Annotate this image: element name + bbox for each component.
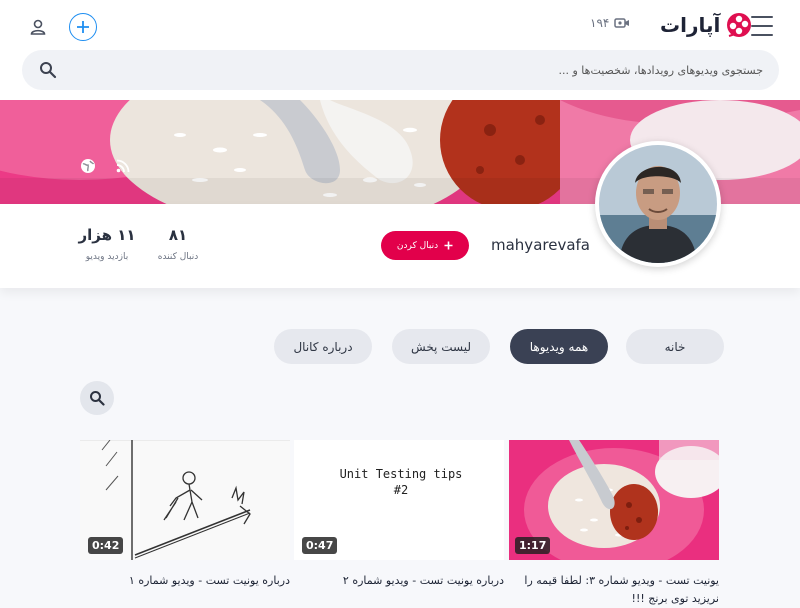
channel-search-button[interactable] bbox=[80, 381, 114, 415]
logo-text: آپارات bbox=[660, 13, 721, 37]
rss-icon[interactable] bbox=[114, 157, 132, 175]
upload-plus-button[interactable] bbox=[69, 13, 97, 41]
followers-stat: ۸۱ دنبال کننده bbox=[154, 226, 202, 262]
plus-icon bbox=[444, 241, 453, 250]
tab-home[interactable]: خانه bbox=[626, 329, 724, 364]
views-label: بازدید ویدیو bbox=[85, 252, 129, 262]
search-icon bbox=[90, 391, 105, 406]
channel-username[interactable]: mahyarevafa bbox=[491, 236, 590, 254]
follow-label: دنبال کردن bbox=[396, 240, 439, 251]
aparat-logo-icon bbox=[727, 13, 752, 37]
follow-button[interactable]: دنبال کردن bbox=[381, 231, 469, 260]
tab-playlists[interactable]: لیست پخش bbox=[392, 329, 490, 364]
search-bar bbox=[22, 50, 779, 90]
thumbnail-text: Unit Testing tips #2 bbox=[339, 467, 463, 497]
search-icon[interactable] bbox=[39, 61, 57, 83]
video-title[interactable]: درباره یونیت تست - ویدیو شماره ۲ bbox=[294, 572, 504, 590]
views-count: ۱۱ هزار bbox=[78, 226, 136, 244]
followers-count: ۸۱ bbox=[168, 226, 188, 244]
video-card[interactable]: 0:42 درباره یونیت تست - ویدیو شماره ۱ bbox=[80, 440, 290, 590]
search-input[interactable] bbox=[123, 50, 763, 90]
video-camera-icon bbox=[614, 18, 630, 28]
tab-all-videos[interactable]: همه ویدیوها bbox=[510, 329, 608, 364]
video-card[interactable]: Unit Testing tips #2 0:47 درباره یونیت ت… bbox=[294, 440, 504, 590]
video-thumbnail[interactable]: 0:42 bbox=[80, 440, 290, 560]
video-duration: 0:42 bbox=[88, 537, 124, 554]
views-stat: ۱۱ هزار بازدید ویدیو bbox=[78, 226, 136, 262]
top-bar: ۱۹۴ آپارات bbox=[0, 0, 800, 100]
video-thumbnail[interactable]: Unit Testing tips #2 0:47 bbox=[294, 440, 504, 560]
video-card[interactable]: 1:17 یونیت تست - ویدیو شماره ۳: لطفا قیم… bbox=[509, 440, 719, 608]
video-title[interactable]: درباره یونیت تست - ویدیو شماره ۱ bbox=[80, 572, 290, 590]
channel-tabs: درباره کانال لیست پخش همه ویدیوها خانه bbox=[274, 329, 724, 364]
channel-avatar[interactable] bbox=[595, 141, 721, 267]
user-icon[interactable] bbox=[26, 15, 50, 39]
aparat-logo[interactable]: آپارات bbox=[660, 12, 752, 38]
counter-value: ۱۹۴ bbox=[590, 16, 610, 30]
followers-label: دنبال کننده bbox=[157, 252, 199, 262]
tab-about-channel[interactable]: درباره کانال bbox=[274, 329, 372, 364]
video-title[interactable]: یونیت تست - ویدیو شماره ۳: لطفا قیمه را … bbox=[509, 572, 719, 608]
hamburger-icon[interactable] bbox=[751, 16, 773, 36]
video-thumbnail[interactable]: 1:17 bbox=[509, 440, 719, 560]
video-duration: 0:47 bbox=[302, 537, 338, 554]
video-duration: 1:17 bbox=[515, 537, 551, 554]
video-counter[interactable]: ۱۹۴ bbox=[590, 16, 630, 30]
globe-icon[interactable] bbox=[79, 157, 97, 175]
plus-icon bbox=[77, 21, 89, 33]
